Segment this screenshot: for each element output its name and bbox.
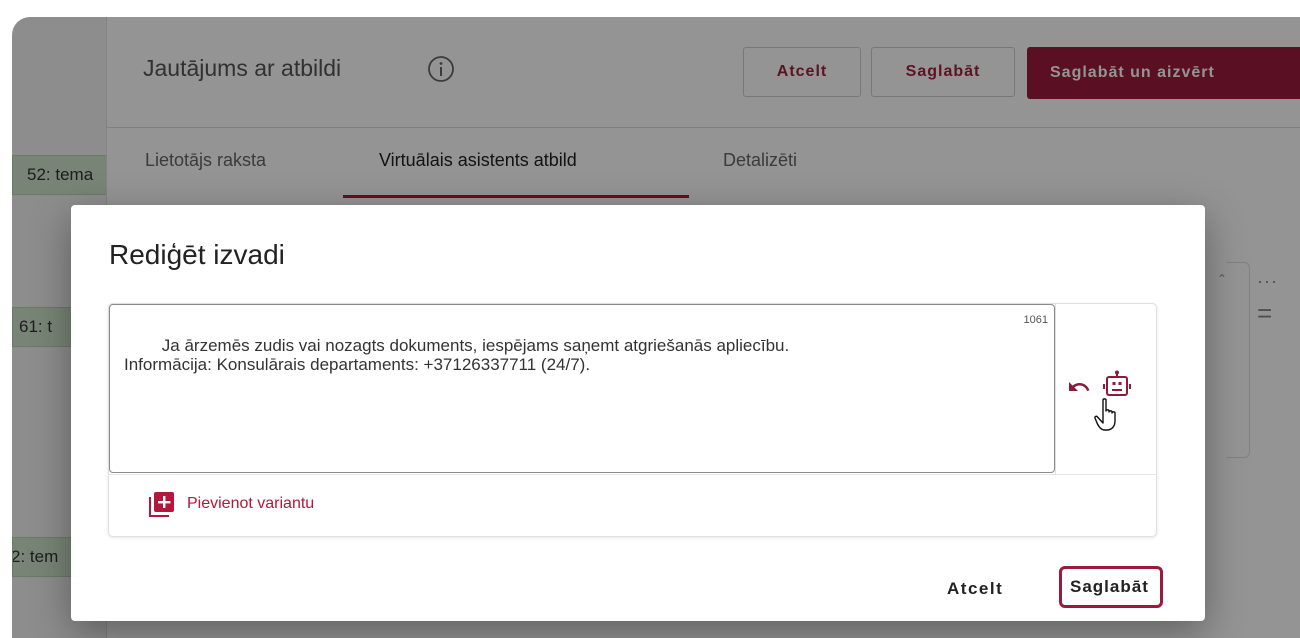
add-variant-label: Pievienot variantu <box>187 495 315 512</box>
add-variant-icon <box>149 492 174 517</box>
dialog-title: Rediģēt izvadi <box>109 239 285 270</box>
dialog-save-button[interactable]: Saglabāt <box>1059 566 1163 608</box>
divider <box>1055 304 1056 474</box>
output-text[interactable]: Ja ārzemēs zudis vai nozagts dokuments, … <box>124 336 789 374</box>
add-variant-button[interactable]: Pievienot variantu <box>149 490 314 518</box>
output-textarea[interactable]: Ja ārzemēs zudis vai nozagts dokuments, … <box>109 304 1055 473</box>
undo-icon[interactable] <box>1067 375 1091 399</box>
char-counter: 1061 <box>1023 314 1048 326</box>
edit-output-dialog: Rediģēt izvadi Ja ārzemēs zudis vai noza… <box>71 205 1205 621</box>
dialog-cancel-button[interactable]: Atcelt <box>947 579 1003 599</box>
divider <box>109 474 1156 475</box>
app-window: 52: tema 61: t 2: tem Jautājums ar atbil… <box>12 17 1300 638</box>
variant-card: Ja ārzemēs zudis vai nozagts dokuments, … <box>108 303 1157 537</box>
cursor-icon <box>1094 398 1116 431</box>
robot-icon[interactable] <box>1103 370 1131 400</box>
